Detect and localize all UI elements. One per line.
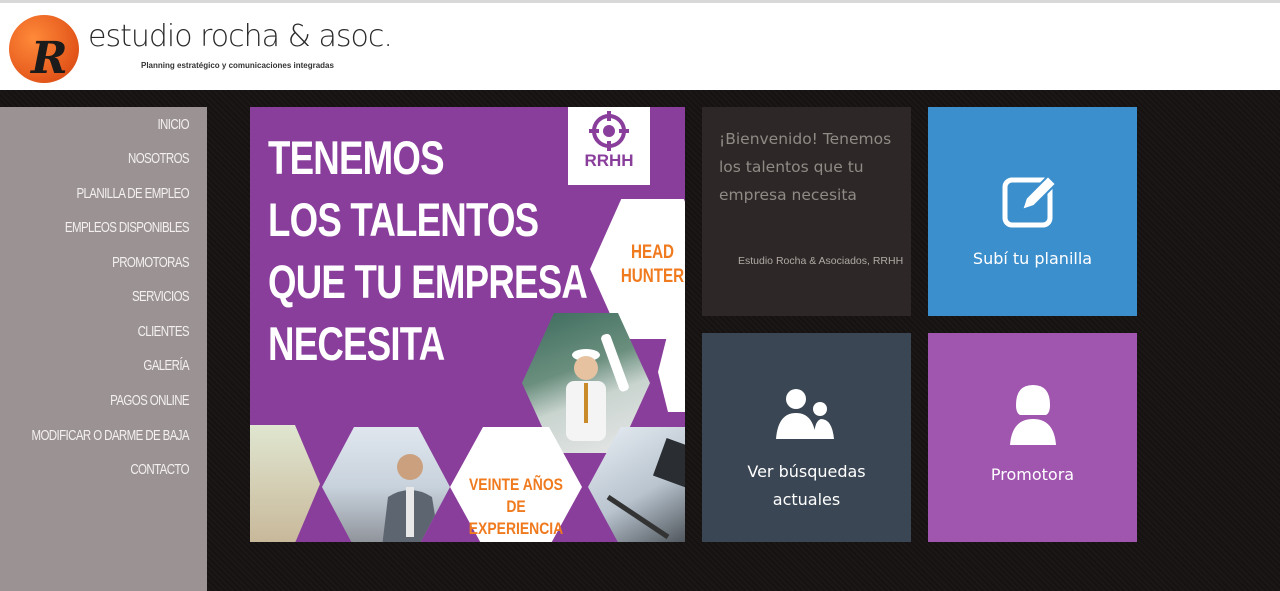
banner-title-line: TENEMOS	[268, 131, 445, 184]
team-photo	[250, 425, 320, 542]
sidebar-item-contacto[interactable]: CONTACTO	[0, 463, 189, 478]
sidebar-item-nosotros[interactable]: NOSOTROS	[0, 152, 190, 167]
rrhh-label: RRHH	[584, 151, 634, 170]
sidebar-item-baja[interactable]: MODIFICAR O DARME DE BAJA	[0, 429, 189, 444]
upload-label: Subí tu planilla	[972, 249, 1093, 268]
head-hunter-text: HEAD HUNTER	[619, 241, 686, 289]
users-icon	[776, 389, 834, 439]
phone-person-icon	[382, 454, 440, 542]
sidebar-nav: INICIO NOSOTROS PLANILLA DE EMPLEO EMPLE…	[0, 107, 207, 591]
upload-form-tile[interactable]: Subí tu planilla	[928, 107, 1137, 316]
sidebar-item-clientes[interactable]: CLIENTES	[0, 325, 190, 340]
sidebar-item-inicio[interactable]: INICIO	[0, 118, 189, 133]
search-label-line1: Ver búsquedas	[747, 462, 866, 481]
sidebar-item-servicios[interactable]: SERVICIOS	[0, 290, 190, 305]
promotora-tile[interactable]: Promotora	[928, 333, 1137, 542]
experience-text: VEINTE AÑOS DE EXPERIENCIA	[462, 474, 570, 540]
logo-icon[interactable]: R	[9, 15, 79, 84]
head-hunter-line: HEAD	[630, 242, 675, 263]
experience-line: DE EXPERIENCIA	[468, 497, 564, 538]
welcome-tile: ¡Bienvenido! Tenemos los talentos que tu…	[702, 107, 911, 316]
sidebar-item-planilla[interactable]: PLANILLA DE EMPLEO	[0, 187, 189, 202]
banner-title-line: QUE TU EMPRESA	[268, 255, 588, 308]
welcome-signature: Estudio Rocha & Asociados, RRHH	[738, 255, 904, 267]
brand-tagline: Planning estratégico y comunicaciones in…	[141, 61, 334, 70]
woman-icon	[1010, 385, 1056, 445]
edit-icon	[1002, 174, 1058, 228]
sidebar-item-galeria[interactable]: GALERÍA	[0, 359, 189, 374]
brand-name[interactable]: estudio rocha & asoc.	[88, 19, 393, 54]
experience-line: VEINTE AÑOS	[469, 475, 563, 494]
head-hunter-line: HUNTER	[620, 266, 685, 287]
header: R estudio rocha & asoc. Planning estraté…	[0, 0, 1280, 90]
hex-small-right	[658, 332, 685, 412]
rrhh-badge: RRHH	[568, 107, 650, 185]
promotora-label: Promotora	[990, 465, 1075, 484]
sidebar-item-pagos[interactable]: PAGOS ONLINE	[0, 394, 189, 409]
current-searches-tile[interactable]: Ver búsquedas actuales	[702, 333, 911, 542]
logo-letter: R	[31, 33, 68, 84]
sidebar-item-promotoras[interactable]: PROMOTORAS	[0, 256, 189, 271]
search-label-line2: actuales	[772, 490, 841, 509]
sidebar-item-empleos[interactable]: EMPLEOS DISPONIBLES	[0, 221, 190, 236]
welcome-text: ¡Bienvenido! Tenemos los talentos que tu…	[719, 130, 892, 204]
target-icon	[589, 111, 629, 151]
banner-title: TENEMOS LOS TALENTOS QUE TU EMPRESA NECE…	[268, 127, 588, 375]
banner-title-line: LOS TALENTOS	[268, 193, 539, 246]
hero-banner[interactable]: TENEMOS LOS TALENTOS QUE TU EMPRESA NECE…	[250, 107, 685, 542]
businessman-photo	[322, 427, 450, 542]
